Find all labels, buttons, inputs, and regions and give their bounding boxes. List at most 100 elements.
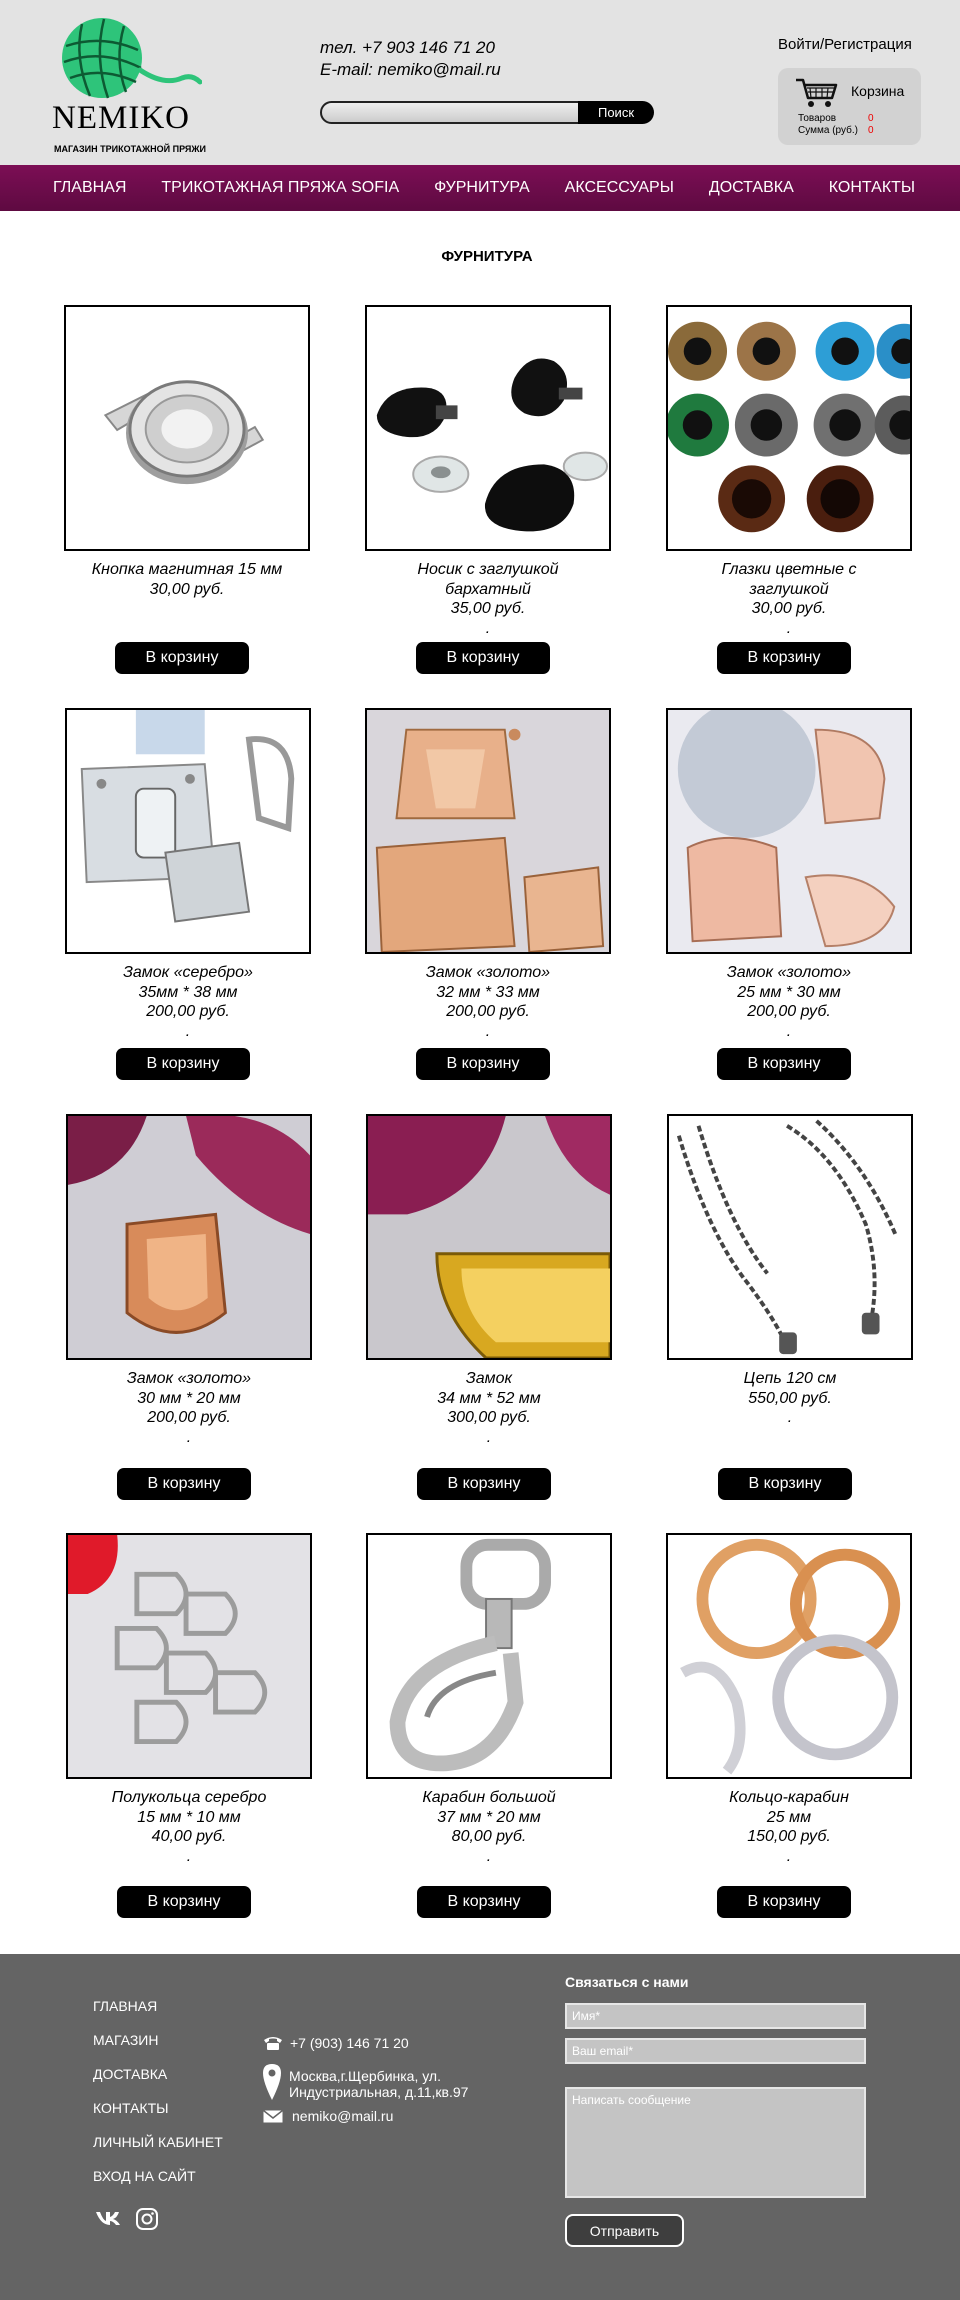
- product-info: Носик с заглушкой бархатный 35,00 руб. .: [345, 560, 631, 638]
- footer-email[interactable]: nemiko@mail.ru: [292, 2108, 393, 2124]
- product-name: бархатный: [445, 580, 531, 598]
- add-to-cart-button[interactable]: В корзину: [717, 1048, 851, 1080]
- product-size: 30 мм * 20 мм: [137, 1389, 241, 1407]
- product-price: 200,00 руб.: [446, 1003, 530, 1020]
- cart-title: Корзина: [851, 83, 905, 99]
- site-footer: ГЛАВНАЯ МАГАЗИН ДОСТАВКА КОНТАКТЫ ЛИЧНЫЙ…: [0, 1954, 960, 2300]
- product-name: Полукольца серебро: [111, 1789, 267, 1806]
- site-header: NEMIKO МАГАЗИН ТРИКОТАЖНОЙ ПРЯЖИ тел. +7…: [0, 0, 960, 165]
- product-image-chain[interactable]: [667, 1114, 913, 1360]
- add-to-cart-button[interactable]: В корзину: [717, 1886, 851, 1918]
- product-image-half-rings[interactable]: [66, 1533, 312, 1779]
- mail-icon: [263, 2109, 283, 2126]
- nav-item-home[interactable]: ГЛАВНАЯ: [53, 179, 126, 197]
- message-field[interactable]: [565, 2087, 866, 2198]
- cart-items-count: 0: [868, 113, 874, 124]
- cart-items-row: Товаров 0: [798, 113, 874, 124]
- instagram-icon[interactable]: [135, 2207, 159, 2236]
- search-button[interactable]: Поиск: [578, 101, 654, 124]
- product-name: Замок «золото»: [425, 964, 551, 981]
- nav-item-furnitura[interactable]: ФУРНИТУРА: [434, 179, 530, 197]
- send-button[interactable]: Отправить: [565, 2214, 684, 2247]
- product-price: 35,00 руб.: [450, 600, 526, 617]
- footer-link-contacts[interactable]: КОНТАКТЫ: [93, 2100, 223, 2134]
- product-name: Замок «золото»: [726, 964, 852, 981]
- product-dot: .: [185, 1022, 191, 1040]
- product-image-colored-eyes[interactable]: [666, 305, 912, 551]
- footer-phone: +7 (903) 146 71 20: [290, 2035, 409, 2051]
- product-info: Карабин большой 37 мм * 20 мм 80,00 руб.…: [346, 1788, 632, 1866]
- cart-widget[interactable]: Корзина Товаров 0 Сумма (руб.) 0: [778, 68, 921, 145]
- product-info: Замок «серебро» 35мм * 38 мм 200,00 руб.…: [45, 963, 331, 1041]
- add-to-cart-button[interactable]: В корзину: [718, 1468, 852, 1500]
- email-field[interactable]: [565, 2038, 866, 2064]
- product-image-silver-lock[interactable]: [65, 708, 311, 954]
- product-dot: .: [486, 1428, 492, 1446]
- product-info: Кольцо-карабин 25 мм 150,00 руб. .: [646, 1788, 932, 1866]
- product-dot: .: [786, 619, 792, 637]
- page-title: ФУРНИТУРА: [441, 248, 533, 265]
- product-image-ring-carabiner[interactable]: [666, 1533, 912, 1779]
- product-size: 32 мм * 33 мм: [436, 983, 540, 1001]
- logo-name: NEMIKO: [52, 100, 190, 136]
- footer-link-home[interactable]: ГЛАВНАЯ: [93, 1998, 223, 2032]
- name-field[interactable]: [565, 2003, 866, 2029]
- product-info: Замок 34 мм * 52 мм 300,00 руб. .: [346, 1369, 632, 1447]
- product-size: 34 мм * 52 мм: [437, 1389, 541, 1407]
- cart-sum-row: Сумма (руб.) 0: [798, 125, 874, 136]
- add-to-cart-button[interactable]: В корзину: [416, 642, 550, 674]
- main-nav: ГЛАВНАЯ ТРИКОТАЖНАЯ ПРЯЖА SOFIA ФУРНИТУР…: [0, 165, 960, 211]
- nav-item-yarn-sofia[interactable]: ТРИКОТАЖНАЯ ПРЯЖА SOFIA: [161, 179, 399, 197]
- product-dot: .: [186, 1847, 192, 1865]
- cart-items-label: Товаров: [798, 113, 837, 124]
- logo-subtitle: МАГАЗИН ТРИКОТАЖНОЙ ПРЯЖИ: [54, 144, 206, 154]
- product-price: 550,00 руб.: [748, 1389, 832, 1407]
- footer-link-delivery[interactable]: ДОСТАВКА: [93, 2066, 223, 2100]
- product-name: заглушкой: [749, 580, 829, 598]
- product-size: 35мм * 38 мм: [138, 983, 238, 1001]
- product-dot: .: [486, 1847, 492, 1865]
- add-to-cart-button[interactable]: В корзину: [717, 642, 851, 674]
- product-image-gold-lock-25[interactable]: [666, 708, 912, 954]
- shopping-cart-icon: [794, 76, 838, 115]
- product-dot: .: [485, 1022, 491, 1040]
- product-price: 30,00 руб.: [751, 600, 827, 617]
- social-links: [95, 2207, 159, 2236]
- product-size: 15 мм * 10 мм: [137, 1808, 241, 1826]
- nav-item-contacts[interactable]: КОНТАКТЫ: [829, 179, 915, 197]
- product-dot: .: [786, 1847, 792, 1865]
- add-to-cart-button[interactable]: В корзину: [417, 1886, 551, 1918]
- nav-item-delivery[interactable]: ДОСТАВКА: [709, 179, 794, 197]
- product-info: Цепь 120 см 550,00 руб. .: [647, 1369, 933, 1428]
- footer-nav: ГЛАВНАЯ МАГАЗИН ДОСТАВКА КОНТАКТЫ ЛИЧНЫЙ…: [93, 1998, 223, 2202]
- product-image-gold-lock-32[interactable]: [365, 708, 611, 954]
- product-image-magnetic-button[interactable]: [64, 305, 310, 551]
- add-to-cart-button[interactable]: В корзину: [417, 1468, 551, 1500]
- nav-item-accessories[interactable]: АКСЕССУАРЫ: [565, 179, 674, 197]
- product-info: Замок «золото» 25 мм * 30 мм 200,00 руб.…: [646, 963, 932, 1041]
- product-name: Кнопка магнитная 15 мм: [91, 561, 283, 578]
- product-image-large-carabiner[interactable]: [366, 1533, 612, 1779]
- product-image-gold-lock-30[interactable]: [66, 1114, 312, 1360]
- product-price: 200,00 руб.: [747, 1003, 831, 1020]
- add-to-cart-button[interactable]: В корзину: [117, 1468, 251, 1500]
- footer-address: Москва,г.Щербинка, ул. Индустриальная, д…: [289, 2068, 468, 2100]
- vk-icon[interactable]: [95, 2207, 125, 2236]
- yarn-ball-logo-icon[interactable]: [52, 16, 203, 111]
- add-to-cart-button[interactable]: В корзину: [117, 1886, 251, 1918]
- search-input[interactable]: [320, 101, 590, 124]
- footer-link-login[interactable]: ВХОД НА САЙТ: [93, 2168, 223, 2202]
- add-to-cart-button[interactable]: В корзину: [116, 1048, 250, 1080]
- product-info: Полукольца серебро 15 мм * 10 мм 40,00 р…: [46, 1788, 332, 1866]
- footer-link-account[interactable]: ЛИЧНЫЙ КАБИНЕТ: [93, 2134, 223, 2168]
- product-info: Замок «золото» 30 мм * 20 мм 200,00 руб.…: [46, 1369, 332, 1447]
- product-dot: .: [786, 1022, 792, 1040]
- add-to-cart-button[interactable]: В корзину: [416, 1048, 550, 1080]
- add-to-cart-button[interactable]: В корзину: [115, 642, 249, 674]
- product-image-velvet-nose[interactable]: [365, 305, 611, 551]
- product-name: Замок: [465, 1370, 513, 1387]
- product-image-lock-34[interactable]: [366, 1114, 612, 1360]
- footer-link-shop[interactable]: МАГАЗИН: [93, 2032, 223, 2066]
- product-name: Цепь 120 см: [743, 1370, 837, 1387]
- login-link[interactable]: Войти/Регистрация: [778, 36, 912, 53]
